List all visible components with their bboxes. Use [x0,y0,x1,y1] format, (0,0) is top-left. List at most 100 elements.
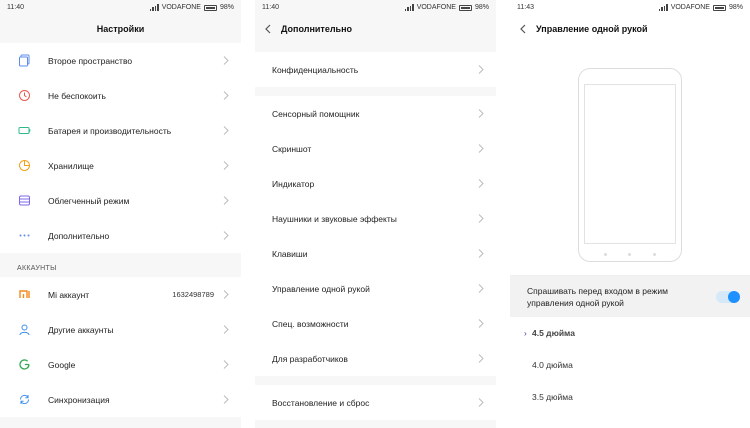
phone-outline-icon [578,68,682,262]
ask-before-entering-label: Спрашивать перед входом в режим управлен… [527,285,668,308]
row-label: Сенсорный помощник [272,108,360,119]
page-title-bar: Управление одной рукой [510,15,750,43]
row-label: Спец. возможности [272,318,349,329]
row-label: Mi аккаунт [48,289,90,300]
account-id-value: 1632498789 [172,290,214,299]
one-hand-screen: 11:43 VODAFONE 98% Управление одной руко… [510,0,750,428]
chevron-right-icon [223,395,229,404]
row-label: Управление одной рукой [272,283,370,294]
status-time: 11:40 [262,4,279,11]
option-label: 4.0 дюйма [532,360,573,370]
advanced-item-group2-2[interactable]: Индикатор [255,166,496,201]
dual-space-icon [17,54,31,68]
accounts-list: Mi аккаунт 1632498789 Другие аккаунты Googl… [0,277,241,417]
advanced-item-group2-4[interactable]: Клавиши [255,236,496,271]
settings-item-4[interactable]: Облегченный режим [0,183,241,218]
selected-chevron-icon: › [524,328,527,338]
chevron-right-icon [223,196,229,205]
option-label: 3.5 дюйма [532,392,573,402]
settings-item-1[interactable]: Не беспокоить [0,78,241,113]
row-label: Восстановление и сброс [272,397,370,408]
ask-before-entering-row[interactable]: Спрашивать перед входом в режим управлен… [510,275,750,317]
status-bar: 11:40 VODAFONE 98% [255,0,496,15]
advanced-item-group2-0[interactable]: Сенсорный помощник [255,96,496,131]
advanced-screen: 11:40 VODAFONE 98% Дополнительно Конфиде… [255,0,496,428]
settings-item-5[interactable]: Дополнительно [0,218,241,253]
chevron-right-icon [478,109,484,118]
status-battery: 98% [728,4,743,11]
chevron-right-icon [223,360,229,369]
advanced-item-group2-5[interactable]: Управление одной рукой [255,271,496,306]
advanced-item-group2-1[interactable]: Скриншот [255,131,496,166]
chevron-right-icon [223,290,229,299]
row-label: Синхронизация [48,394,110,405]
account-item-3[interactable]: Синхронизация [0,382,241,417]
chevron-right-icon [478,65,484,74]
chevron-right-icon [478,319,484,328]
advanced-item-group2-3[interactable]: Наушники и звуковые эффекты [255,201,496,236]
settings-item-3[interactable]: Хранилище [0,148,241,183]
chevron-right-icon [478,179,484,188]
sync-icon [17,393,31,407]
status-battery: 98% [219,4,234,11]
chevron-right-icon [223,161,229,170]
advanced-group-privacy: Конфиденциальность [255,52,496,87]
status-carrier: VODAFONE [161,4,201,11]
advanced-item-group1-0[interactable]: Конфиденциальность [255,52,496,87]
status-time: 11:40 [7,4,24,11]
row-label: Конфиденциальность [272,64,359,75]
row-label: Наушники и звуковые эффекты [272,213,397,224]
status-carrier: VODAFONE [416,4,456,11]
page-title: Управление одной рукой [536,24,648,34]
screen-size-option-1[interactable]: 4.0 дюйма [510,349,750,381]
account-item-1[interactable]: Другие аккаунты [0,312,241,347]
battery-icon [17,124,31,138]
battery-status-icon [458,4,472,11]
option-label: 4.5 дюйма [532,328,575,338]
row-label: Второе пространство [48,55,133,66]
chevron-right-icon [478,398,484,407]
chevron-right-icon [223,91,229,100]
settings-item-2[interactable]: Батарея и производительность [0,113,241,148]
status-carrier: VODAFONE [670,4,710,11]
settings-list: Второе пространство Не беспокоить Батарея … [0,43,241,253]
moon-icon [17,89,31,103]
lite-mode-icon [17,194,31,208]
battery-status-icon [712,4,726,11]
chevron-right-icon [478,284,484,293]
page-title-bar: Настройки [0,15,241,43]
screen-size-options: › 4.5 дюйма 4.0 дюйма 3.5 дюйма [510,317,750,413]
advanced-item-group2-6[interactable]: Спец. возможности [255,306,496,341]
chevron-right-icon [223,231,229,240]
status-battery: 98% [474,4,489,11]
row-label: Для разработчиков [272,353,348,364]
chevron-right-icon [478,144,484,153]
screen-size-option-2[interactable]: 3.5 дюйма [510,381,750,413]
chevron-right-icon [223,325,229,334]
account-item-0[interactable]: Mi аккаунт 1632498789 [0,277,241,312]
chevron-right-icon [223,56,229,65]
accounts-section-header: АККАУНТЫ [0,253,241,277]
mi-logo-icon [17,288,31,302]
row-label: Хранилище [48,160,94,171]
page-title-bar: Дополнительно [255,15,496,43]
back-arrow-icon[interactable] [510,24,536,34]
status-bar: 11:43 VODAFONE 98% [510,0,750,15]
storage-icon [17,159,31,173]
account-item-2[interactable]: Google [0,347,241,382]
screen-size-option-0[interactable]: › 4.5 дюйма [510,317,750,349]
back-arrow-icon[interactable] [255,24,281,34]
settings-item-0[interactable]: Второе пространство [0,43,241,78]
row-label: Google [48,359,76,370]
signal-icon [404,4,414,11]
advanced-item-group2-7[interactable]: Для разработчиков [255,341,496,376]
advanced-item-group3-0[interactable]: Восстановление и сброс [255,385,496,420]
google-g-icon [17,358,31,372]
row-label: Дополнительно [48,230,110,241]
row-label: Батарея и производительность [48,125,172,136]
phone-preview [510,43,750,275]
more-dots-icon [17,229,31,243]
settings-screen: 11:40 VODAFONE 98% Настройки Второе прос… [0,0,241,428]
page-title: Настройки [96,24,145,34]
ask-before-entering-toggle[interactable] [716,290,740,303]
